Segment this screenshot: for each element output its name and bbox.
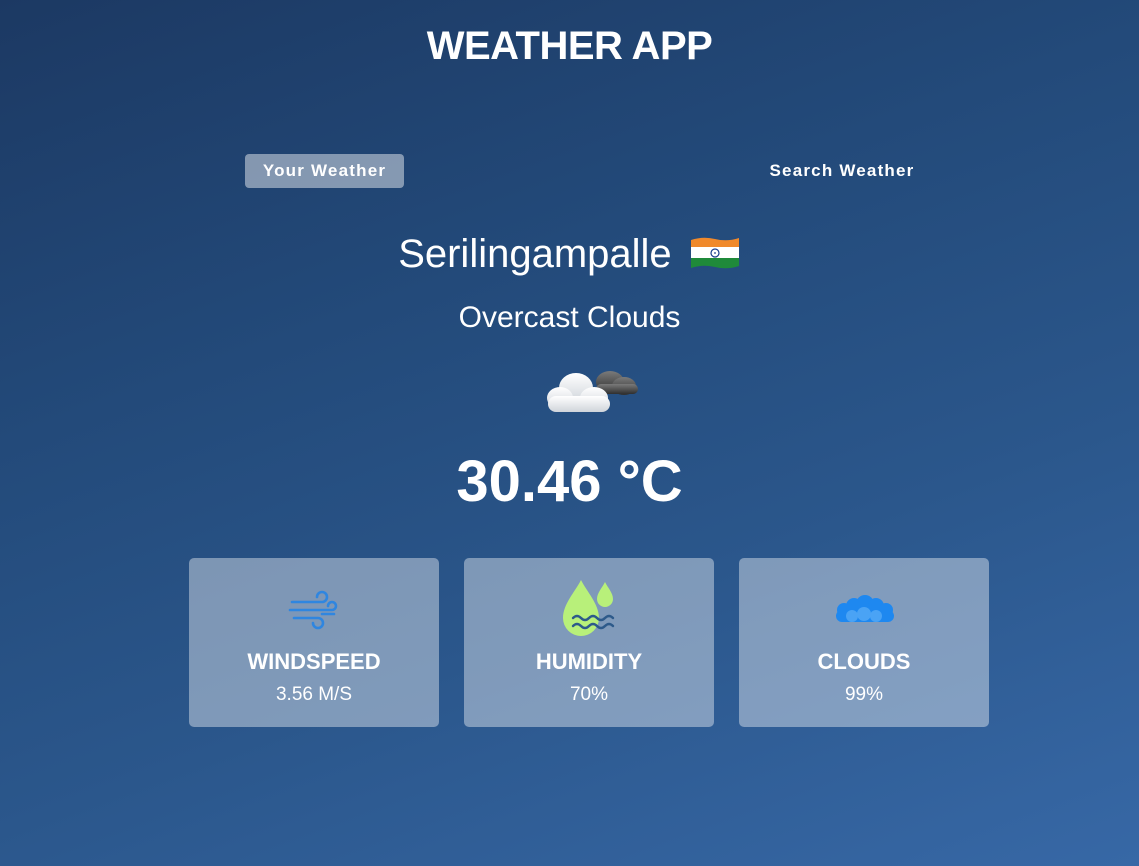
- location-row: Serilingampalle: [0, 226, 1139, 282]
- windspeed-value: 3.56 M/S: [275, 684, 353, 705]
- clouds-value: 99%: [844, 684, 884, 705]
- india-flag-icon: [690, 238, 739, 269]
- humidity-label: HUMIDITY: [535, 649, 643, 674]
- overcast-clouds-icon: [547, 371, 638, 412]
- weather-description: Overcast Clouds: [458, 301, 681, 334]
- humidity-card: HUMIDITY 70%: [464, 558, 714, 727]
- tab-your-weather[interactable]: Your Weather: [245, 154, 404, 188]
- clouds-label: CLOUDS: [817, 649, 911, 674]
- clouds-card: CLOUDS 99%: [739, 558, 989, 727]
- windspeed-label: WINDSPEED: [247, 649, 381, 674]
- wind-icon: [288, 590, 338, 630]
- city-name: Serilingampalle: [398, 232, 672, 276]
- windspeed-card: WINDSPEED 3.56 M/S: [189, 558, 439, 727]
- temperature: 30.46 °C: [456, 449, 683, 514]
- tab-search-weather[interactable]: Search Weather: [752, 154, 932, 188]
- clouds-icon: [836, 595, 894, 622]
- humidity-icon: [563, 580, 615, 636]
- humidity-value: 70%: [569, 684, 609, 705]
- app-title: WEATHER APP: [426, 24, 713, 68]
- weather-tabs: Your Weather Search Weather: [0, 154, 1139, 188]
